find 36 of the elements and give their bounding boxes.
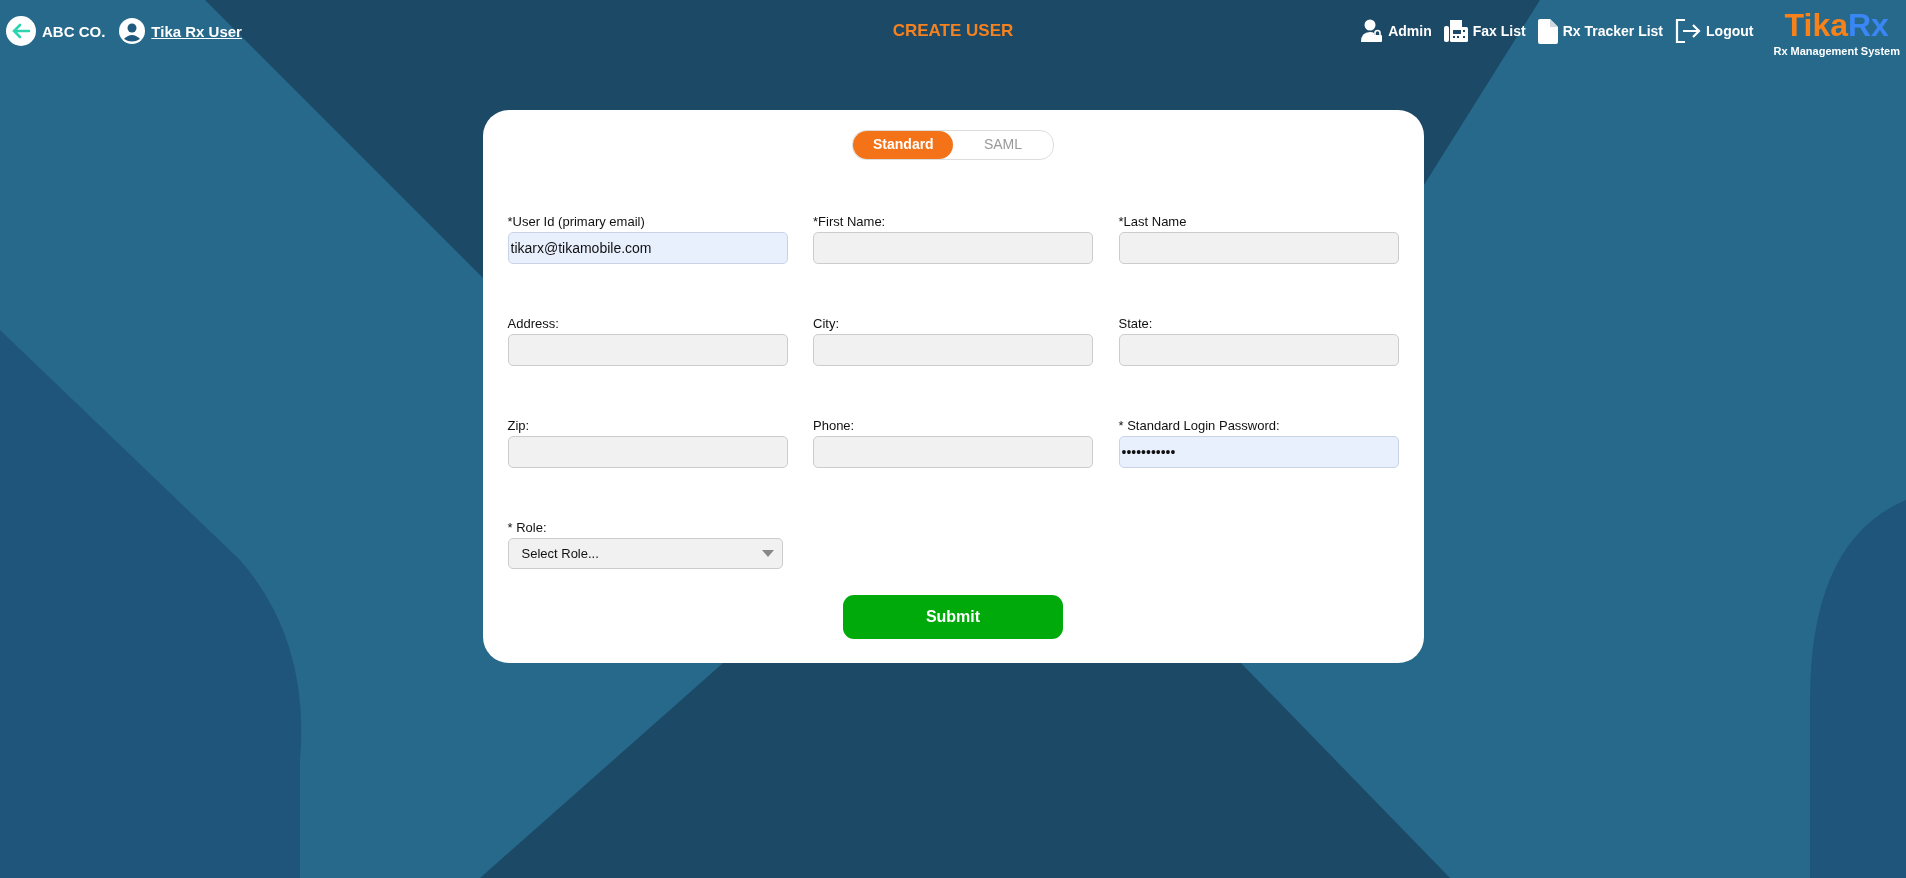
nav-link[interactable]: Admin	[1388, 23, 1432, 39]
caret-icon	[761, 550, 774, 557]
input-field[interactable]: tikarx@tikamobile.com	[507, 232, 788, 264]
logout-icon	[1675, 19, 1702, 43]
nav-link[interactable]: Rx Tracker List	[1562, 23, 1664, 39]
input-field[interactable]	[1118, 232, 1399, 264]
input-field[interactable]	[507, 436, 788, 468]
company-name: ABC CO.	[42, 22, 106, 40]
field-label: Phone:	[813, 418, 856, 433]
field-label: * Role:	[507, 520, 548, 535]
nav-link[interactable]: Logout	[1706, 23, 1754, 39]
field-label: * Standard Login Password:	[1118, 418, 1281, 433]
input-field[interactable]	[1118, 334, 1399, 366]
role-dropdown[interactable]: Select Role...	[507, 538, 783, 569]
field-label: *Last Name	[1118, 214, 1188, 229]
input-field[interactable]	[813, 436, 1093, 468]
input-field[interactable]	[813, 232, 1093, 264]
nav-link[interactable]: Fax List	[1472, 23, 1526, 39]
back-link[interactable]: ABC CO.	[6, 16, 106, 46]
page-title: CREATE USER	[892, 21, 1014, 41]
submit-button[interactable]: Submit	[843, 595, 1063, 639]
user-avatar-icon	[119, 18, 146, 44]
field-label: State:	[1118, 316, 1154, 331]
field-label: *User Id (primary email)	[507, 214, 646, 229]
logo: TikaRx	[1784, 9, 1889, 41]
fax-icon	[1443, 20, 1468, 42]
user-lock-icon	[1361, 19, 1384, 43]
field-label: City:	[813, 316, 840, 331]
field-label: Address:	[507, 316, 560, 331]
password-field[interactable]: •••••••••••	[1118, 436, 1399, 468]
user-link[interactable]: Tika Rx User	[151, 22, 242, 40]
logo-subtitle: Rx Management System	[1773, 45, 1900, 57]
input-field[interactable]	[507, 334, 788, 366]
input-field[interactable]	[813, 334, 1093, 366]
field-label: *First Name:	[813, 214, 887, 229]
field-label: Zip:	[507, 418, 531, 433]
